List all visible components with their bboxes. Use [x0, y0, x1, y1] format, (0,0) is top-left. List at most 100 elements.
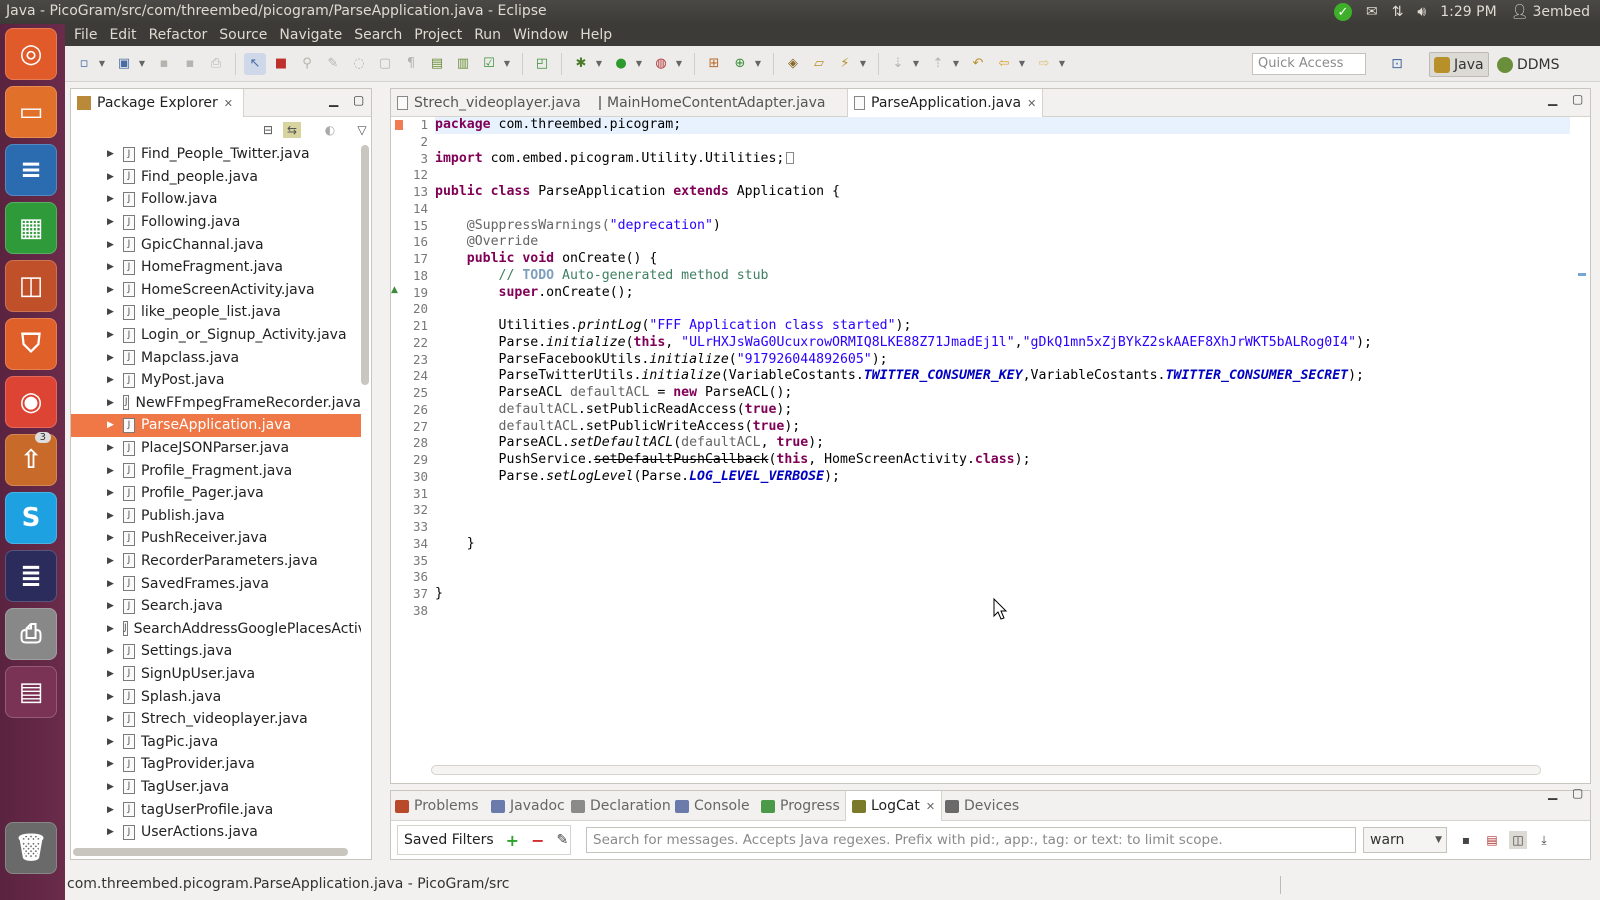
save-all-icon[interactable]: ▪ — [179, 53, 201, 75]
menu-edit[interactable]: Edit — [103, 27, 142, 43]
expand-arrow-icon[interactable]: ▶ — [107, 307, 114, 317]
close-icon[interactable]: ✕ — [1027, 97, 1036, 110]
expand-arrow-icon[interactable]: ▶ — [107, 511, 114, 521]
expand-arrow-icon[interactable]: ▶ — [107, 466, 114, 476]
run-dropdown[interactable]: ▼ — [634, 59, 644, 68]
debug-icon[interactable]: ✱ — [570, 53, 592, 75]
expand-arrow-icon[interactable]: ▶ — [107, 443, 114, 453]
launcher-skype[interactable]: S — [5, 492, 57, 544]
expand-arrow-icon[interactable]: ▶ — [107, 669, 114, 679]
new-java-package-icon[interactable]: ⊞ — [703, 53, 725, 75]
open-type-dropdown[interactable]: ▼ — [137, 59, 147, 68]
expand-arrow-icon[interactable]: ▶ — [107, 330, 114, 340]
expand-arrow-icon[interactable]: ▶ — [107, 398, 114, 408]
external-tools-dropdown[interactable]: ▼ — [674, 59, 684, 68]
tree-item[interactable]: ▶ J GpicChannal.java — [71, 233, 361, 256]
menu-source[interactable]: Source — [213, 27, 273, 43]
network-icon[interactable]: ⇅ — [1392, 4, 1404, 20]
expand-arrow-icon[interactable]: ▶ — [107, 420, 114, 430]
expand-arrow-icon[interactable]: ▶ — [107, 782, 114, 792]
menu-refactor[interactable]: Refactor — [143, 27, 214, 43]
update-check-icon[interactable]: ✓ — [1333, 3, 1352, 21]
launcher-chrome[interactable]: ◉ — [5, 376, 57, 428]
print-icon[interactable]: ⎙ — [205, 53, 227, 75]
clock[interactable]: 1:29 PM — [1440, 4, 1496, 20]
perspective-java[interactable]: Java — [1429, 52, 1489, 77]
android-avd-icon[interactable]: ▤ — [426, 53, 448, 75]
launcher-dash-home[interactable]: ◎ — [5, 28, 57, 80]
editor-tab[interactable]: MainHomeContentAdapter.java — [593, 89, 825, 117]
tab-javadoc[interactable]: Javadoc — [491, 791, 565, 821]
new-icon[interactable]: ▫ — [73, 53, 95, 75]
expand-arrow-icon[interactable]: ▶ — [107, 533, 114, 543]
launcher-printer[interactable]: ⎙ — [5, 608, 57, 660]
expand-arrow-icon[interactable]: ▶ — [107, 149, 114, 159]
expand-arrow-icon[interactable]: ▶ — [107, 692, 114, 702]
tree-item[interactable]: ▶ J Following.java — [71, 211, 361, 234]
overview-ruler-marker[interactable] — [1578, 273, 1586, 276]
back-dropdown[interactable]: ▼ — [1017, 59, 1027, 68]
volume-icon[interactable]: 🔊︎ — [1417, 4, 1426, 20]
launcher-writer[interactable]: ≡ — [5, 144, 57, 196]
expand-arrow-icon[interactable]: ▶ — [107, 827, 114, 837]
open-folder-icon[interactable]: ▱ — [808, 53, 830, 75]
menu-project[interactable]: Project — [408, 27, 468, 43]
editor-horizontal-scrollbar[interactable] — [431, 765, 1541, 775]
expand-arrow-icon[interactable]: ▶ — [107, 646, 114, 656]
menu-window[interactable]: Window — [507, 27, 574, 43]
launcher-workspace-switcher[interactable]: ▤ — [5, 666, 57, 718]
menu-run[interactable]: Run — [468, 27, 507, 43]
expand-arrow-icon[interactable]: ▶ — [107, 488, 114, 498]
toggle-mark-icon[interactable]: ⚲ — [296, 53, 318, 75]
menu-file[interactable]: File — [68, 27, 103, 43]
perspective-ddms[interactable]: DDMS — [1493, 52, 1563, 77]
tree-item[interactable]: ▶ J Profile_Fragment.java — [71, 459, 361, 482]
run-icon[interactable]: ● — [610, 53, 632, 75]
bottom-maximize-icon[interactable]: ▢ — [1572, 786, 1583, 800]
expand-arrow-icon[interactable]: ▶ — [107, 737, 114, 747]
tree-item[interactable]: ▶ J SavedFrames.java — [71, 572, 361, 595]
maximize-icon[interactable]: ▢ — [353, 93, 364, 107]
tree-item[interactable]: ▶ J PushReceiver.java — [71, 527, 361, 550]
tab-logcat[interactable]: LogCat ✕ — [845, 791, 943, 821]
launcher-files[interactable]: ▭ — [5, 86, 57, 138]
tab-devices[interactable]: Devices — [945, 791, 1019, 821]
next-annotation-icon[interactable]: ⇣ — [887, 53, 909, 75]
new-android-project-icon[interactable]: ◰ — [531, 53, 553, 75]
tab-console[interactable]: Console — [675, 791, 750, 821]
close-icon[interactable]: ✕ — [224, 97, 233, 110]
tree-item[interactable]: ▶ J Profile_Pager.java — [71, 482, 361, 505]
tree-item[interactable]: ▶ J TagUser.java — [71, 776, 361, 799]
tree-item[interactable]: ▶ J SearchAddressGooglePlacesActivi — [71, 617, 361, 640]
bottom-minimize-icon[interactable]: ▁ — [1548, 786, 1557, 800]
new-class-dropdown[interactable]: ▼ — [753, 59, 763, 68]
tree-item[interactable]: ▶ J ParseApplication.java — [71, 414, 361, 437]
tree-item[interactable]: ▶ J Splash.java — [71, 685, 361, 708]
logcat-search-input[interactable]: Search for messages. Accepts Java regexe… — [586, 827, 1356, 853]
search-dropdown[interactable]: ▼ — [858, 59, 868, 68]
skip-breakpoints-icon[interactable]: ↖ — [244, 52, 266, 75]
remove-filter-icon[interactable]: − — [531, 831, 544, 850]
editor-minimize-icon[interactable]: ▁ — [1548, 92, 1557, 106]
minimize-icon[interactable]: ▁ — [329, 93, 338, 107]
tree-item[interactable]: ▶ J HomeFragment.java — [71, 256, 361, 279]
forward-dropdown[interactable]: ▼ — [1057, 59, 1067, 68]
mail-icon[interactable]: ✉ — [1366, 4, 1378, 20]
tree-item[interactable]: ▶ J Mapclass.java — [71, 346, 361, 369]
expand-arrow-icon[interactable]: ▶ — [107, 805, 114, 815]
focus-task-icon[interactable]: ◐ — [321, 122, 339, 138]
tree-item[interactable]: ▶ J Follow.java — [71, 188, 361, 211]
menu-navigate[interactable]: Navigate — [273, 27, 348, 43]
launcher-impress[interactable]: ◫ — [5, 260, 57, 312]
editor-tab[interactable]: ParseApplication.java ✕ — [847, 89, 1043, 117]
expand-arrow-icon[interactable]: ▶ — [107, 375, 114, 385]
package-tree-horizontal-scrollbar[interactable] — [73, 848, 363, 857]
tree-item[interactable]: ▶ J Strech_videoplayer.java — [71, 708, 361, 731]
new-java-class-icon[interactable]: ⊕ — [729, 53, 751, 75]
add-filter-icon[interactable]: + — [506, 831, 519, 850]
expand-arrow-icon[interactable]: ▶ — [107, 624, 114, 634]
expand-arrow-icon[interactable]: ▶ — [107, 262, 114, 272]
link-with-editor-icon[interactable]: ⇆ — [283, 122, 301, 138]
tree-item[interactable]: ▶ J HomeScreenActivity.java — [71, 279, 361, 302]
tree-item[interactable]: ▶ J TagPic.java — [71, 730, 361, 753]
